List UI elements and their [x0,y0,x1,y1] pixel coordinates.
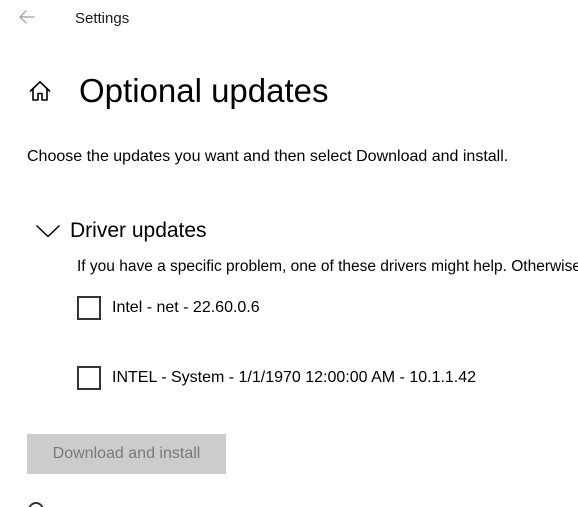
page-title: Optional updates [79,72,329,109]
chevron-down-icon [34,221,62,241]
section-description: If you have a specific problem, one of t… [77,258,578,275]
settings-window: Settings Optional updates Choose the upd… [0,0,578,507]
checkbox[interactable] [77,296,101,320]
title-bar: Settings [0,0,578,40]
driver-option-intel-net[interactable]: Intel - net - 22.60.0.6 [77,295,260,321]
arrow-left-icon [19,9,35,29]
home-icon[interactable] [26,77,54,105]
checkbox[interactable] [77,366,101,390]
intro-text: Choose the updates you want and then sel… [27,148,509,165]
download-and-install-button[interactable]: Download and install [27,434,226,474]
driver-updates-toggle[interactable]: Driver updates [34,216,207,246]
driver-label: Intel - net - 22.60.0.6 [112,299,260,316]
next-section-icon [24,498,48,507]
driver-label: INTEL - System - 1/1/1970 12:00:00 AM - … [112,369,477,386]
window-title: Settings [75,10,130,27]
page-header: Optional updates [26,66,329,116]
driver-option-intel-system[interactable]: INTEL - System - 1/1/1970 12:00:00 AM - … [77,365,476,391]
section-title: Driver updates [70,219,207,242]
back-button[interactable] [14,6,40,32]
